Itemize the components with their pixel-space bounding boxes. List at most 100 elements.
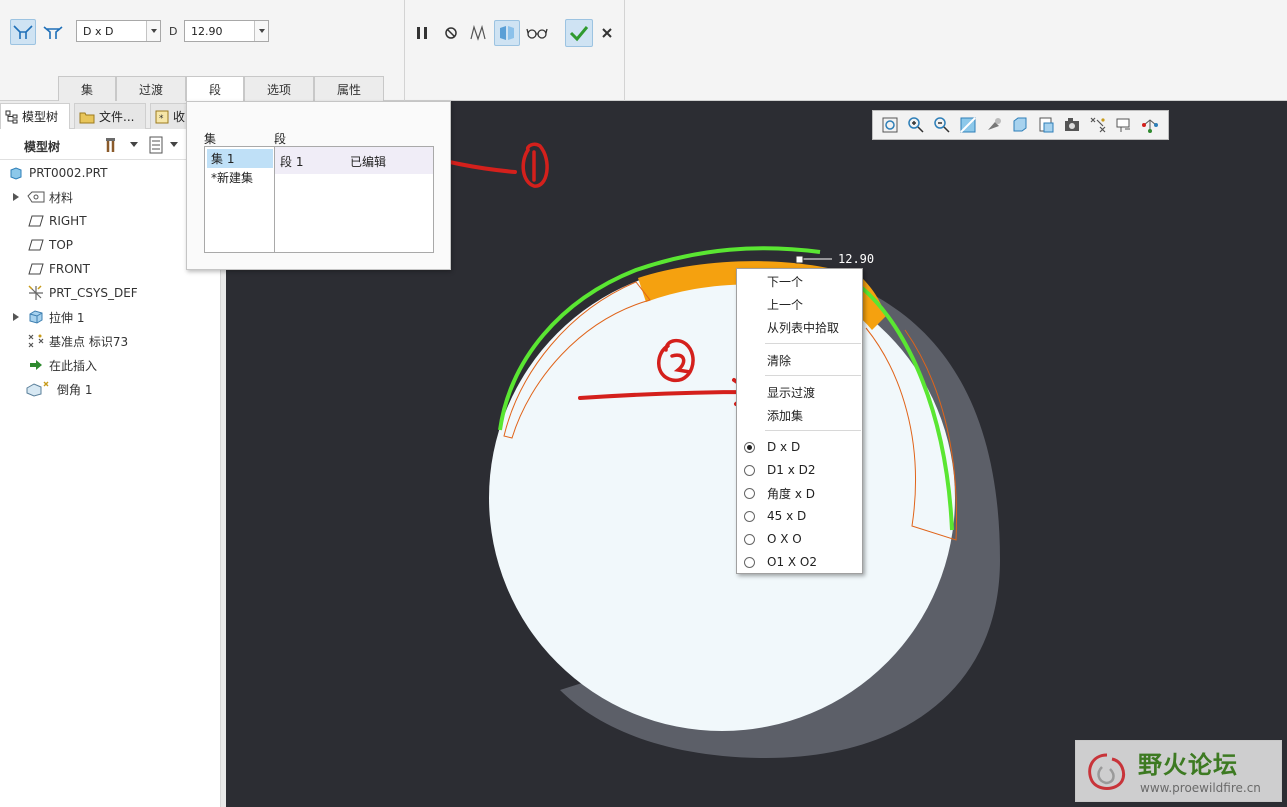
menu-option-dxd[interactable]: D x D [737,436,862,458]
repaint-icon[interactable] [955,113,980,137]
spin-center-icon[interactable] [1137,113,1162,137]
segment-status: 已编辑 [350,155,387,169]
datum-plane-icon [27,213,45,229]
tree-item-extrude[interactable]: 拉伸 1 [0,306,218,328]
panel-title: 模型树 [24,140,61,154]
segments-list: 段 1 已编辑 [274,146,434,253]
ribbon-divider [624,0,625,101]
d-label: D [169,25,178,38]
radio-button[interactable] [744,464,755,476]
favorites-icon: * [155,110,169,124]
menu-pick-from-list[interactable]: 从列表中拾取 [737,316,862,338]
tree-item-chamfer[interactable]: 倒角 1 [0,378,218,400]
datum-point-icon [27,333,45,349]
menu-next[interactable]: 下一个 [737,270,862,292]
segment-row[interactable]: 段 1 已编辑 [275,147,433,174]
refit-icon[interactable] [877,113,902,137]
radio-button[interactable] [744,533,755,545]
zoom-in-icon[interactable] [903,113,928,137]
tab-properties[interactable]: 属性 [314,76,384,101]
watermark-title: 野火论坛 [1138,751,1238,779]
chamfer-scheme-select[interactable]: D x D [76,20,161,42]
corner-chamfer-icon[interactable] [40,19,66,45]
display-style-icon[interactable] [981,113,1006,137]
saved-orientations-icon[interactable] [1007,113,1032,137]
perspective-icon[interactable] [1059,113,1084,137]
tree-show-button[interactable] [148,136,184,154]
tab-options[interactable]: 选项 [244,76,314,101]
tab-transitions[interactable]: 过渡 [116,76,186,101]
menu-option-oxo[interactable]: O X O [737,528,862,550]
tree-icon [5,110,18,123]
menu-show-transitions[interactable]: 显示过渡 [737,381,862,403]
separate-preview-icon[interactable] [465,20,491,46]
set-item[interactable]: 集 1 [207,149,273,168]
datum-plane-icon [27,237,45,253]
folder-icon [79,112,95,123]
menu-option-angle-x-d[interactable]: 角度 x D [737,482,862,504]
ribbon-divider [404,0,405,101]
expand-arrow-icon[interactable] [12,193,20,201]
segments-header: 段 [274,132,287,146]
sets-panel: 集 段 集 1 *新建集 段 1 已编辑 [186,101,451,270]
forum-watermark: 野火论坛 www.proewildfire.cn [1075,740,1282,802]
menu-add-set[interactable]: 添加集 [737,404,862,426]
d-value-input[interactable]: 12.90 [184,20,269,42]
chevron-down-icon [130,142,138,147]
annotation-mark-1 [521,142,549,188]
tree-item-insert-here[interactable]: 在此插入 [0,354,218,376]
context-menu: 下一个 上一个 从列表中拾取 清除 显示过渡 添加集 D x D D1 x D2… [736,268,863,574]
tab-favorites[interactable]: * 收 [150,103,190,129]
tree-item-csys[interactable]: PRT_CSYS_DEF [0,282,218,304]
verify-preview-icon[interactable] [494,20,520,46]
annotation-display-icon[interactable] [1111,113,1136,137]
svg-text:*: * [159,114,164,124]
radio-button[interactable] [744,441,755,453]
forum-logo-icon [1088,753,1126,790]
menu-separator [765,375,861,376]
tab-files[interactable]: 文件... [74,103,146,129]
tree-item-datum-point[interactable]: 基准点 标识73 [0,330,218,352]
menu-option-45xd[interactable]: 45 x D [737,505,862,527]
new-set-item[interactable]: *新建集 [207,168,273,187]
menu-previous[interactable]: 上一个 [737,293,862,315]
menu-separator [765,343,861,344]
datum-display-icon[interactable] [1085,113,1110,137]
zoom-out-icon[interactable] [929,113,954,137]
edge-chamfer-icon[interactable] [10,19,36,45]
insert-arrow-icon [27,357,45,373]
glasses-icon[interactable] [524,20,550,46]
tab-sets[interactable]: 集 [58,76,116,101]
tree-settings-button[interactable] [104,136,140,154]
tab-model-tree[interactable]: 模型树 [0,103,70,129]
menu-option-d1xd2[interactable]: D1 x D2 [737,459,862,481]
document-icon [149,136,163,154]
watermark-url: www.proewildfire.cn [1140,781,1261,795]
confirm-check-icon[interactable] [565,19,593,47]
menu-clear[interactable]: 清除 [737,349,862,371]
tab-segments[interactable]: 段 [186,76,244,102]
menu-option-o1xo2[interactable]: O1 X O2 [737,551,862,573]
no-preview-icon[interactable] [438,20,464,46]
material-icon [27,189,45,205]
radio-button[interactable] [744,487,755,499]
radio-button[interactable] [744,556,755,568]
extrude-icon [27,309,45,325]
dimension-value: 12.90 [838,252,874,266]
cancel-x-icon[interactable] [594,20,620,46]
dimension-handle [795,255,804,264]
radio-button[interactable] [744,510,755,522]
sets-list: 集 1 *新建集 [204,146,275,253]
tools-icon [106,138,115,152]
chevron-down-icon [170,142,178,147]
chamfer-icon [25,381,49,397]
part-icon [7,165,25,181]
segment-name: 段 1 [280,155,304,169]
menu-separator [765,430,861,431]
expand-arrow-icon[interactable] [12,313,20,321]
ribbon: D x D D 12.90 集 过渡 段 选项 属性 [0,0,1287,102]
pause-icon[interactable] [409,20,435,46]
csys-icon [27,285,45,301]
view-manager-icon[interactable] [1033,113,1058,137]
view-toolbar [872,110,1169,140]
